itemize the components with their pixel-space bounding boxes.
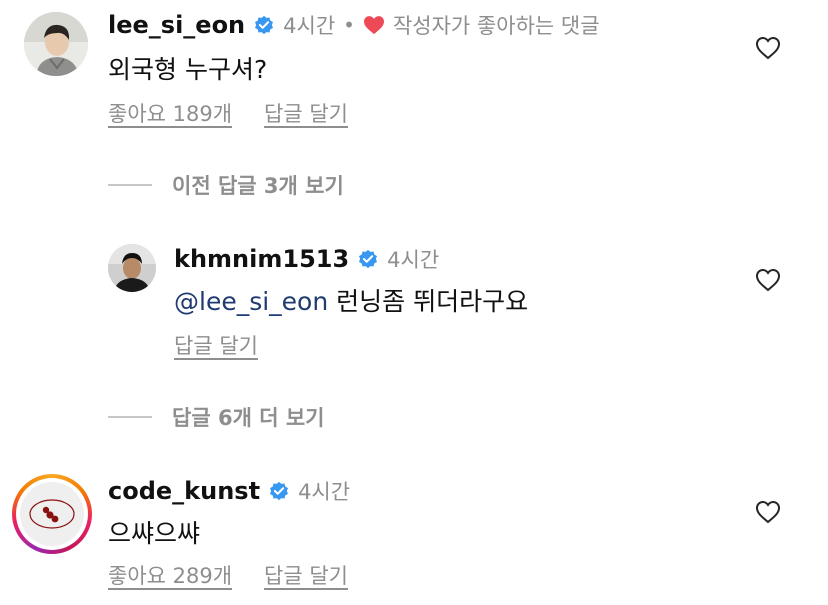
comment-header: code_kunst 4시간 <box>108 476 350 506</box>
view-previous-replies-label: 이전 답글 3개 보기 <box>172 174 344 198</box>
comment-text: 외국형 누구셔? <box>108 55 268 84</box>
like-heart-outline-icon[interactable] <box>755 268 781 292</box>
comment-actions: 좋아요 189개 답글 달기 <box>108 98 348 128</box>
avatar[interactable] <box>24 12 88 76</box>
verified-badge-icon <box>268 480 290 502</box>
avatar-inner <box>16 478 88 550</box>
comments-screen: lee_si_eon 4시간 • 작성자가 좋아하는 댓글 외국형 누구셔? 좋… <box>0 0 828 605</box>
comment-text: @lee_si_eon 런닝좀 뛰더라구요 <box>174 282 528 318</box>
comment-header: lee_si_eon 4시간 • 작성자가 좋아하는 댓글 <box>108 10 600 40</box>
username[interactable]: lee_si_eon <box>108 11 245 39</box>
likes-count-link[interactable]: 좋아요 289개 <box>108 560 232 590</box>
comment-actions: 좋아요 289개 답글 달기 <box>108 560 348 590</box>
like-heart-outline-icon[interactable] <box>755 36 781 60</box>
timestamp: 4시간 <box>298 480 351 504</box>
mention-link[interactable]: @lee_si_eon <box>174 287 328 316</box>
thread-divider-line <box>108 416 152 418</box>
reply-text: 런닝좀 뛰더라구요 <box>328 287 529 316</box>
reply-button[interactable]: 답글 달기 <box>264 98 348 128</box>
verified-badge-icon <box>253 14 275 36</box>
comment-header: khmnim1513 4시간 <box>174 244 439 274</box>
comment-actions: 답글 달기 <box>174 330 258 360</box>
username[interactable]: code_kunst <box>108 477 260 505</box>
verified-badge-icon <box>357 248 379 270</box>
liked-by-author-label: 작성자가 좋아하는 댓글 <box>392 14 600 38</box>
story-ring-avatar[interactable] <box>12 474 92 554</box>
avatar[interactable] <box>108 244 156 292</box>
view-more-replies-label: 답글 6개 더 보기 <box>172 406 325 430</box>
separator-dot: • <box>343 13 355 37</box>
avatar <box>20 482 84 546</box>
view-previous-replies-button[interactable]: 이전 답글 3개 보기 <box>108 170 344 200</box>
like-heart-outline-icon[interactable] <box>755 500 781 524</box>
comment-text: 으쌰으쌰 <box>108 519 201 548</box>
timestamp: 4시간 <box>387 248 440 272</box>
view-more-replies-button[interactable]: 답글 6개 더 보기 <box>108 402 324 432</box>
username[interactable]: khmnim1513 <box>174 245 349 273</box>
heart-filled-icon <box>363 15 385 35</box>
reply-button[interactable]: 답글 달기 <box>264 560 348 590</box>
timestamp: 4시간 <box>283 14 336 38</box>
likes-count-link[interactable]: 좋아요 189개 <box>108 98 232 128</box>
reply-button[interactable]: 답글 달기 <box>174 330 258 360</box>
thread-divider-line <box>108 184 152 186</box>
